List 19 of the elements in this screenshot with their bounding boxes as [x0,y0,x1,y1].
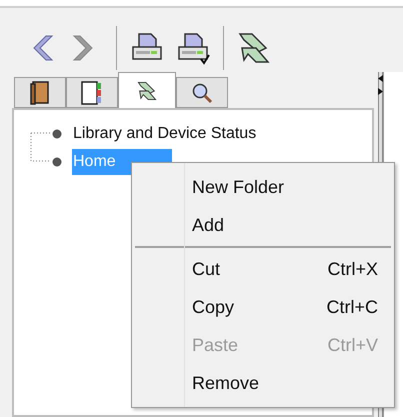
book-icon [30,80,50,104]
tab[interactable] [14,77,66,108]
ribbon-icon [136,80,158,102]
tab[interactable] [176,77,228,108]
menu-item[interactable]: Add [132,206,394,244]
tab[interactable] [118,72,176,108]
notebook-icon [81,80,103,104]
tree-item[interactable]: Library and Device Status [72,121,256,147]
tree-connector-lines [30,132,52,162]
menu-item[interactable]: Remove [132,364,394,402]
node-icon [52,157,62,167]
node-icon [52,129,62,139]
menu-item[interactable]: Copy Ctrl+C [132,288,394,326]
search-icon [191,82,213,104]
shortcut-label: Ctrl+V [327,334,378,356]
shortcut-label: Ctrl+C [326,296,378,318]
tab[interactable] [66,77,118,108]
menu-item[interactable]: Cut Ctrl+X [132,250,394,288]
shortcut-label: Ctrl+X [327,258,378,280]
